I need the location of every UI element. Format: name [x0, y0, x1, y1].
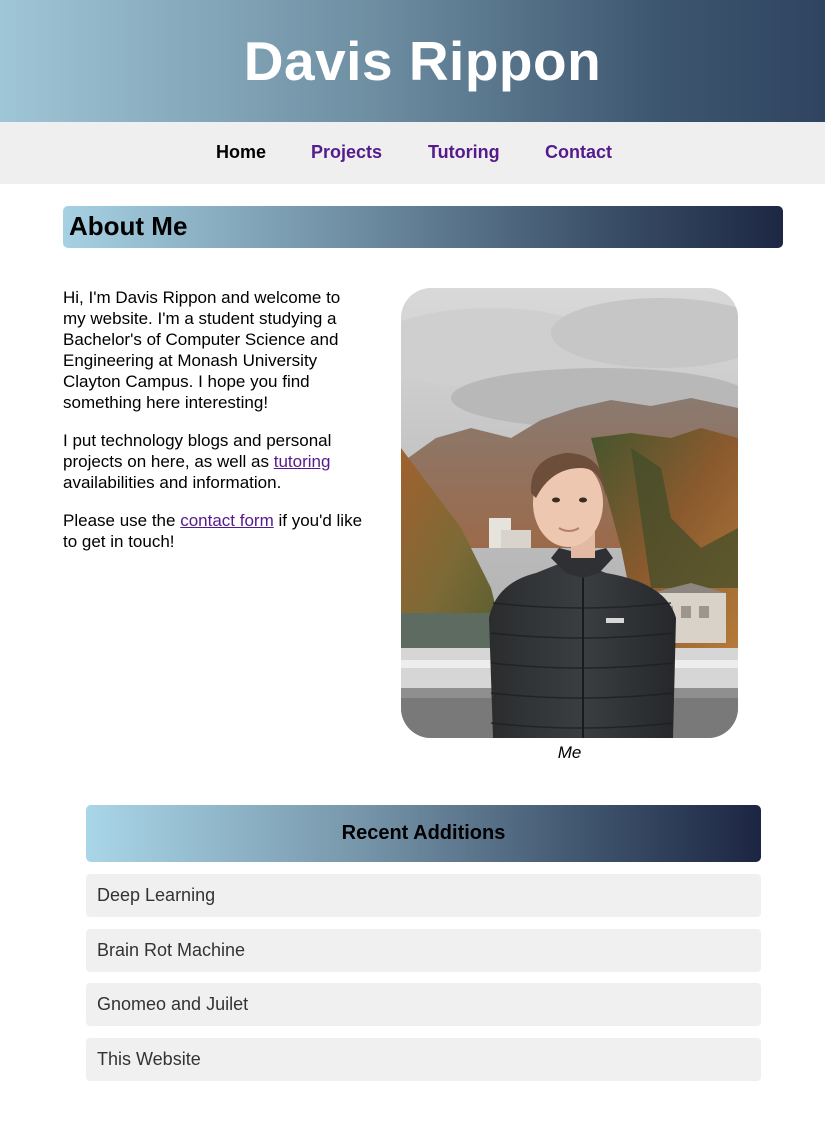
site-title: Davis Rippon [243, 30, 602, 92]
nav-contact[interactable]: Contact [545, 142, 612, 163]
profile-photo [401, 288, 738, 738]
site-header: Davis Rippon [0, 0, 825, 122]
recent-additions-banner: Recent Additions [86, 805, 761, 862]
main-nav: Home Projects Tutoring Contact [0, 122, 825, 184]
about-p3-text-before: Please use the [63, 511, 181, 530]
about-paragraph-contact: Please use the contact form if you'd lik… [63, 510, 363, 552]
nav-projects[interactable]: Projects [311, 142, 382, 163]
about-p2-text-after: availabilities and information. [63, 473, 282, 492]
recent-item-gnomeo-and-juilet[interactable]: Gnomeo and Juilet [86, 983, 761, 1026]
tutoring-link[interactable]: tutoring [274, 452, 331, 471]
recent-item-brain-rot-machine[interactable]: Brain Rot Machine [86, 928, 761, 972]
about-paragraph-projects: I put technology blogs and personal proj… [63, 430, 363, 493]
about-heading-banner: About Me [63, 206, 783, 248]
recent-additions-heading: Recent Additions [341, 822, 506, 844]
about-heading: About Me [69, 211, 188, 241]
recent-item-deep-learning[interactable]: Deep Learning [86, 874, 761, 917]
nav-home[interactable]: Home [216, 142, 266, 163]
photo-caption: Me [557, 743, 582, 762]
nav-tutoring[interactable]: Tutoring [428, 142, 500, 163]
about-paragraph-intro: Hi, I'm Davis Rippon and welcome to my w… [63, 288, 341, 412]
contact-form-link[interactable]: contact form [180, 511, 274, 530]
recent-additions-list: Deep Learning Brain Rot Machine Gnomeo a… [86, 874, 761, 1092]
recent-item-this-website[interactable]: This Website [86, 1037, 761, 1081]
about-text: Hi, I'm Davis Rippon and welcome to my w… [63, 287, 363, 569]
